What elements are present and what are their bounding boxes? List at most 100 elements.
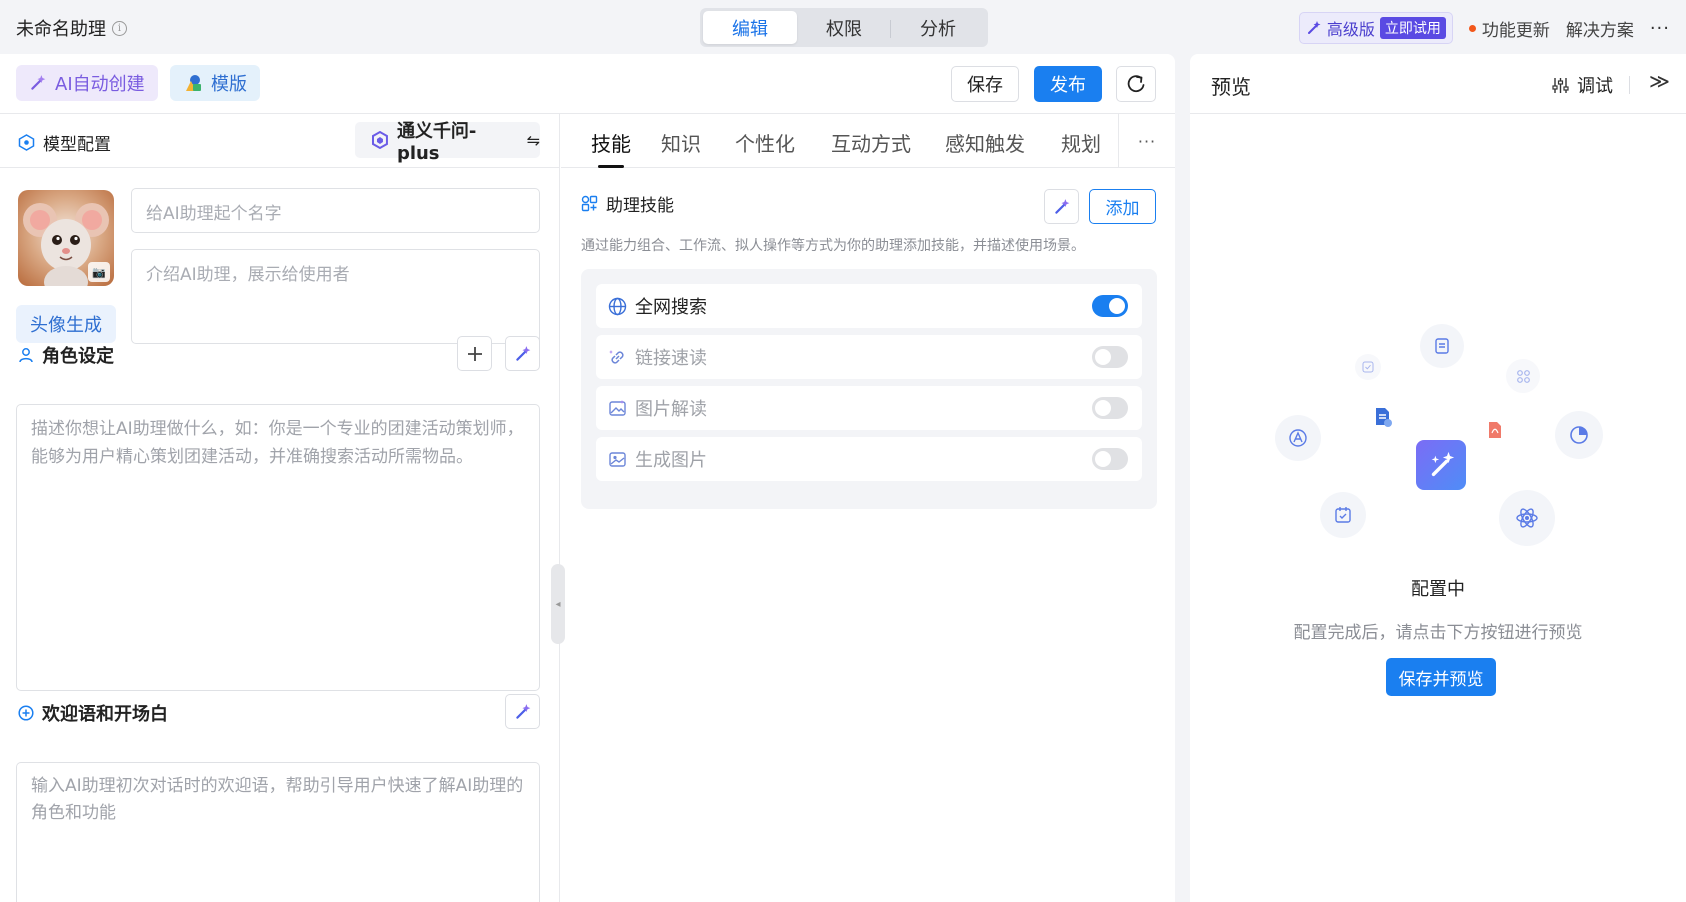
magic-wand-icon bbox=[31, 75, 46, 90]
more-tabs-icon[interactable]: ··· bbox=[1118, 114, 1175, 168]
pro-version-badge[interactable]: 高级版 立即试用 bbox=[1298, 12, 1453, 44]
history-button[interactable] bbox=[1116, 66, 1156, 102]
switch-icon: ⇋ bbox=[526, 130, 540, 150]
skill-toggle[interactable] bbox=[1092, 448, 1128, 470]
add-role-button[interactable] bbox=[457, 336, 492, 371]
role-heading: 角色设定 bbox=[18, 342, 114, 368]
trial-button[interactable]: 立即试用 bbox=[1379, 17, 1446, 39]
globe-icon bbox=[608, 297, 627, 315]
skill-label: 图片解读 bbox=[635, 399, 707, 420]
skill-label: 全网搜索 bbox=[635, 297, 707, 318]
ai-role-button[interactable] bbox=[505, 336, 540, 371]
tab-knowledge[interactable]: 知识 bbox=[661, 128, 701, 157]
app-title-text: 未命名助理 bbox=[16, 19, 106, 40]
preview-panel: 预览 调试 ≫ 配置中 配置完成后，请点击下方按钮进行预览 保存并预览 bbox=[1190, 54, 1686, 902]
welcome-heading: 欢迎语和开场白 bbox=[18, 700, 168, 726]
generate-avatar-button[interactable]: 头像生成 bbox=[16, 305, 116, 343]
app-title[interactable]: 未命名助理 i bbox=[16, 15, 127, 41]
skill-image-understanding: 图片解读 bbox=[596, 386, 1142, 430]
model-icon bbox=[18, 134, 35, 151]
config-status-title: 配置中 bbox=[1411, 579, 1465, 600]
model-config-heading: 模型配置 bbox=[18, 130, 111, 155]
welcome-title: 欢迎语和开场白 bbox=[42, 704, 168, 725]
check-small-icon bbox=[1355, 354, 1381, 380]
chart-pie-icon bbox=[1555, 411, 1603, 459]
magic-wand-icon bbox=[1307, 21, 1321, 34]
add-skill-button[interactable]: 添加 bbox=[1089, 189, 1156, 224]
plus-icon bbox=[467, 346, 482, 361]
assistant-avatar[interactable]: 📷 bbox=[18, 190, 114, 286]
save-button[interactable]: 保存 bbox=[951, 66, 1019, 102]
save-and-preview-button[interactable]: 保存并预览 bbox=[1386, 658, 1496, 696]
grid-icon bbox=[1506, 359, 1540, 393]
model-selector[interactable]: 通义千问-plus ⇋ bbox=[355, 121, 540, 164]
tab-personalization[interactable]: 个性化 bbox=[735, 128, 795, 157]
history-icon bbox=[1127, 75, 1145, 93]
config-column: 模型配置 通义千问-plus ⇋ 📷 头像生成 给AI助理起个名字 介绍AI助理… bbox=[0, 114, 565, 902]
skill-link-reading: 链接速读 bbox=[596, 335, 1142, 379]
welcome-message-input[interactable]: 输入AI助理初次对话时的欢迎语，帮助引导用户快速了解AI助理的角色和功能 bbox=[16, 762, 540, 902]
editor-toolbar: AI自动创建 模版 保存 发布 bbox=[0, 54, 1175, 114]
editor-panel: AI自动创建 模版 保存 发布 模型配置 通义千问-plus ⇋ 📷 头像生成 … bbox=[0, 54, 1175, 902]
image-sparkle-icon bbox=[609, 399, 626, 416]
skill-toggle[interactable] bbox=[1092, 397, 1128, 419]
skill-toggle[interactable] bbox=[1092, 295, 1128, 317]
template-icon bbox=[186, 75, 201, 91]
tab-skills[interactable]: 技能 bbox=[591, 128, 631, 157]
pro-label: 高级版 bbox=[1326, 20, 1375, 39]
info-icon[interactable]: i bbox=[112, 20, 127, 36]
preview-title: 预览 bbox=[1211, 75, 1251, 99]
feature-update-label: 功能更新 bbox=[1481, 20, 1550, 41]
tab-interaction[interactable]: 互动方式 bbox=[831, 128, 911, 157]
top-bar: 未命名助理 i 编辑 权限 分析 高级版 立即试用 功能更新 解决方案 ··· bbox=[0, 0, 1686, 54]
debug-label: 调试 bbox=[1577, 76, 1613, 97]
sliders-icon bbox=[1552, 77, 1569, 93]
tab-permissions[interactable]: 权限 bbox=[797, 11, 891, 44]
magic-wand-icon bbox=[1416, 440, 1466, 490]
user-icon bbox=[19, 348, 33, 363]
qwen-logo-icon bbox=[371, 131, 388, 149]
calendar-check-icon bbox=[1320, 492, 1366, 538]
tab-perception-trigger[interactable]: 感知触发 bbox=[945, 128, 1025, 157]
camera-icon[interactable]: 📷 bbox=[88, 262, 110, 282]
model-config-row: 模型配置 通义千问-plus ⇋ bbox=[0, 114, 560, 168]
debug-button[interactable]: 调试 bbox=[1552, 72, 1613, 98]
divider bbox=[1629, 76, 1630, 94]
tab-analytics[interactable]: 分析 bbox=[891, 11, 985, 44]
skill-label: 生成图片 bbox=[635, 450, 707, 471]
skill-image-generation: 生成图片 bbox=[596, 437, 1142, 481]
tab-edit[interactable]: 编辑 bbox=[703, 11, 797, 44]
config-status-description: 配置完成后，请点击下方按钮进行预览 bbox=[1293, 623, 1583, 643]
skill-toggle[interactable] bbox=[1092, 346, 1128, 368]
ai-create-label: AI自动创建 bbox=[55, 74, 145, 95]
skills-description: 通过能力组合、工作流、拟人操作等方式为你的助理添加技能，并描述使用场景。 bbox=[581, 238, 1085, 254]
role-description-input[interactable]: 描述你想让AI助理做什么，如：你是一个专业的团建活动策划师，能够为用户精心策划团… bbox=[16, 404, 540, 691]
link-icon bbox=[609, 349, 624, 364]
feature-update-link[interactable]: 功能更新 bbox=[1468, 16, 1550, 41]
active-tab-indicator bbox=[598, 165, 624, 168]
skill-label: 链接速读 bbox=[635, 348, 707, 369]
assistant-name-input[interactable]: 给AI助理起个名字 bbox=[131, 188, 540, 233]
translate-icon bbox=[1275, 415, 1321, 461]
publish-button[interactable]: 发布 bbox=[1034, 66, 1102, 102]
skills-icon bbox=[581, 195, 598, 212]
tab-planning[interactable]: 规划 bbox=[1061, 128, 1101, 157]
atom-icon bbox=[1499, 490, 1555, 546]
skills-list: 全网搜索 链接速读 图片解读 生成图片 bbox=[581, 269, 1157, 509]
solutions-link[interactable]: 解决方案 bbox=[1566, 16, 1634, 41]
magic-wand-icon bbox=[515, 345, 530, 361]
ai-welcome-button[interactable] bbox=[505, 694, 540, 729]
template-button[interactable]: 模版 bbox=[170, 65, 260, 101]
capability-tabs: 技能 知识 个性化 互动方式 感知触发 规划 ··· bbox=[561, 114, 1175, 168]
more-icon[interactable]: ··· bbox=[1650, 18, 1670, 39]
skills-heading: 助理技能 bbox=[581, 191, 674, 216]
ai-skills-button[interactable] bbox=[1044, 189, 1079, 224]
capabilities-column: 技能 知识 个性化 互动方式 感知触发 规划 ··· 助理技能 添加 通过能力组… bbox=[561, 114, 1175, 902]
model-config-label: 模型配置 bbox=[43, 135, 111, 155]
role-title: 角色设定 bbox=[42, 346, 114, 367]
ai-create-button[interactable]: AI自动创建 bbox=[16, 65, 158, 101]
document-icon bbox=[1420, 324, 1464, 368]
collapse-preview-icon[interactable]: ≫ bbox=[1649, 69, 1670, 93]
notification-dot bbox=[1468, 24, 1476, 32]
assistant-intro-input[interactable]: 介绍AI助理，展示给使用者 bbox=[131, 249, 540, 344]
